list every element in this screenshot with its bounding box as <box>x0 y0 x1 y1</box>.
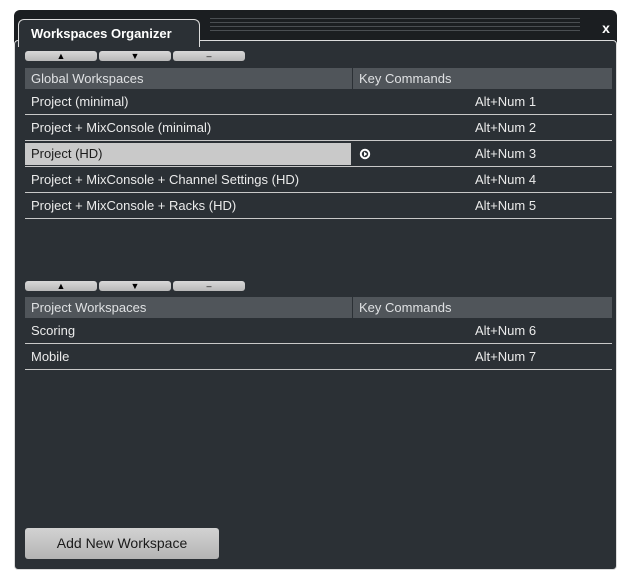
remove-button[interactable]: – <box>173 281 245 291</box>
window-title-tab[interactable]: Workspaces Organizer <box>18 19 200 47</box>
tab-connector <box>19 45 199 49</box>
workspace-name: Project (minimal) <box>31 94 129 109</box>
active-workspace-icon <box>359 148 371 160</box>
project-workspaces-column-header[interactable]: Project Workspaces <box>31 297 146 318</box>
workspace-name: Project + MixConsole + Channel Settings … <box>31 172 300 187</box>
workspace-name: Project (HD) <box>31 146 103 161</box>
move-up-button[interactable]: ▲ <box>25 281 97 291</box>
global-workspace-row[interactable]: Project + MixConsole + Racks (HD) Alt+Nu… <box>25 194 612 219</box>
key-commands-column-header[interactable]: Key Commands <box>359 68 451 89</box>
workspace-name: Scoring <box>31 323 76 338</box>
move-down-button[interactable]: ▼ <box>99 51 171 61</box>
add-new-workspace-button[interactable]: Add New Workspace <box>25 528 219 559</box>
workspace-name: Project + MixConsole + Racks (HD) <box>31 198 237 213</box>
workspace-key-command: Alt+Num 6 <box>475 323 537 338</box>
workspace-name: Project + MixConsole (minimal) <box>31 120 212 135</box>
global-workspace-row[interactable]: Project + MixConsole + Channel Settings … <box>25 168 612 193</box>
workspace-key-command: Alt+Num 7 <box>475 349 537 364</box>
workspace-key-command: Alt+Num 1 <box>475 94 537 109</box>
global-workspaces-header: Global Workspaces Key Commands <box>25 68 612 89</box>
move-up-button[interactable]: ▲ <box>25 51 97 61</box>
close-icon[interactable]: x <box>599 19 613 37</box>
workspace-key-command: Alt+Num 3 <box>475 146 537 161</box>
project-workspace-row[interactable]: Mobile Alt+Num 7 <box>25 345 612 370</box>
workspace-name: Mobile <box>31 349 70 364</box>
move-down-button[interactable]: ▼ <box>99 281 171 291</box>
workspace-key-command: Alt+Num 2 <box>475 120 537 135</box>
global-workspace-row-selected[interactable]: Project (HD) Alt+Num 3 <box>25 142 612 167</box>
organizer-panel: ▲ ▼ – Global Workspaces Key Commands Pro… <box>14 40 617 570</box>
window-title: Workspaces Organizer <box>31 26 172 41</box>
project-workspaces-header: Project Workspaces Key Commands <box>25 297 612 318</box>
project-workspace-row[interactable]: Scoring Alt+Num 6 <box>25 319 612 344</box>
global-workspace-row[interactable]: Project (minimal) Alt+Num 1 <box>25 90 612 115</box>
workspace-key-command: Alt+Num 4 <box>475 172 537 187</box>
workspace-key-command: Alt+Num 5 <box>475 198 537 213</box>
remove-button[interactable]: – <box>173 51 245 61</box>
global-workspace-row[interactable]: Project + MixConsole (minimal) Alt+Num 2 <box>25 116 612 141</box>
workspaces-organizer-window: Workspaces Organizer x ▲ ▼ – Global Work… <box>14 10 617 570</box>
key-commands-column-header[interactable]: Key Commands <box>359 297 451 318</box>
drag-grip[interactable] <box>210 18 580 36</box>
global-workspaces-column-header[interactable]: Global Workspaces <box>31 68 143 89</box>
